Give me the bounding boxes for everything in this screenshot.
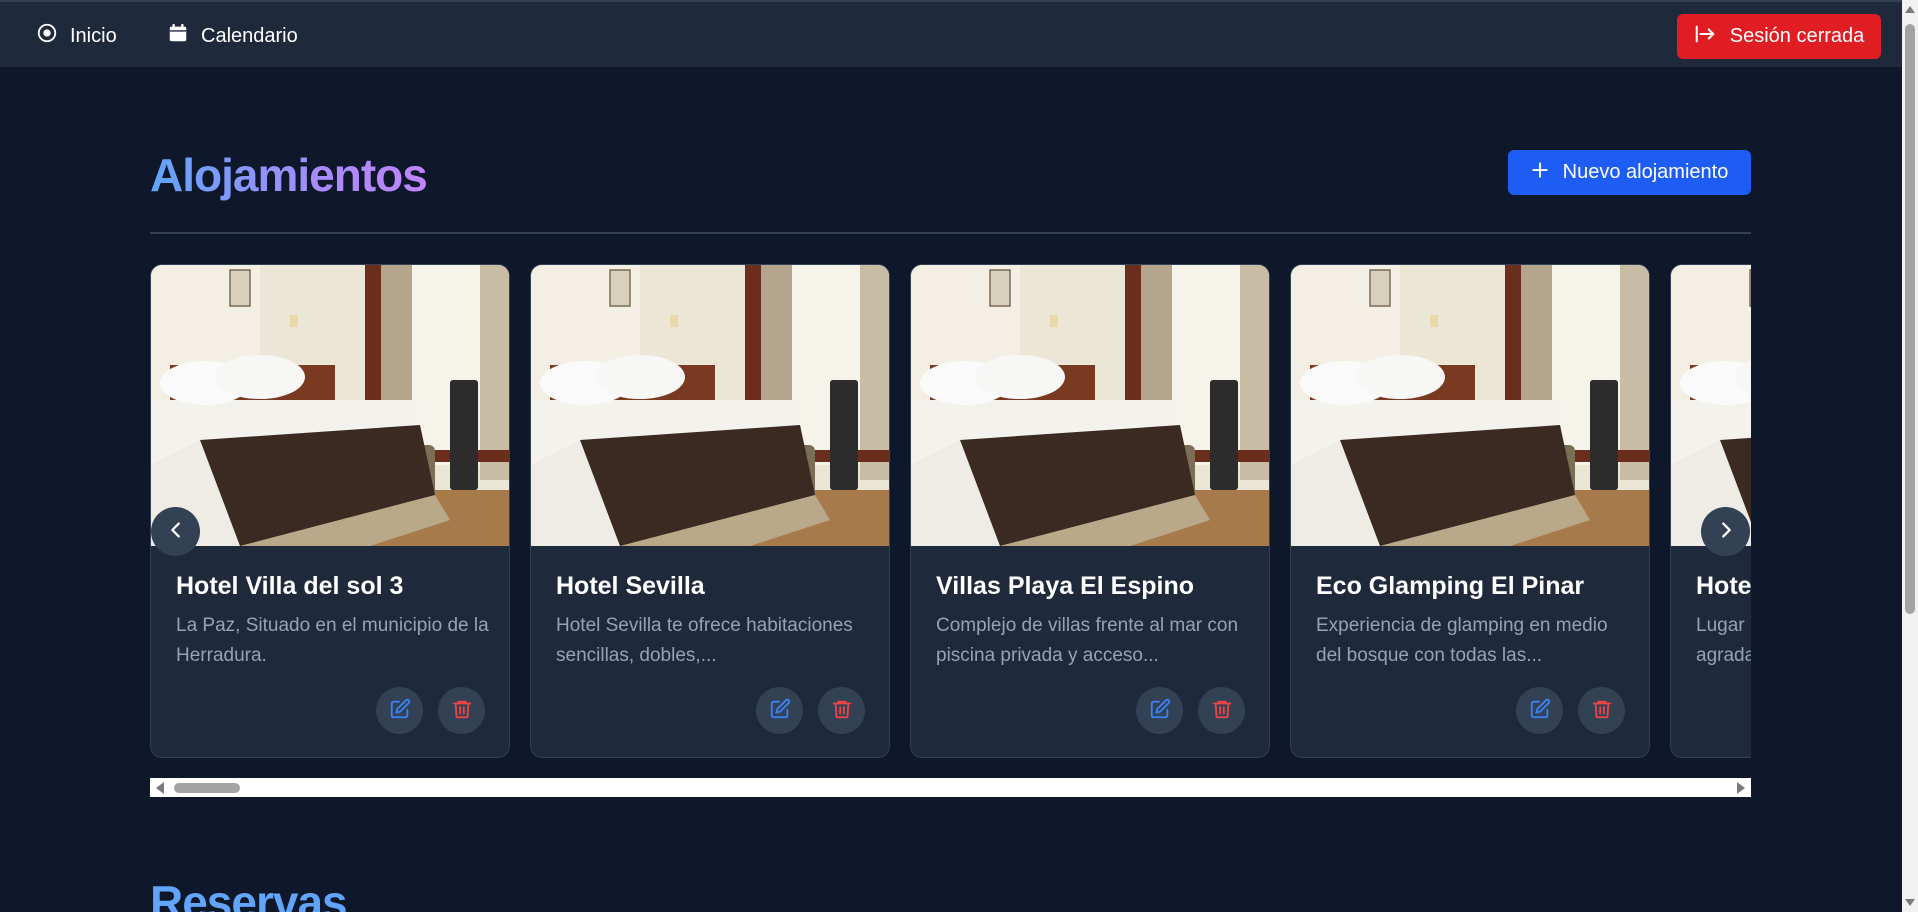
- accommodation-description: Hotel Sevilla te ofrece habitaciones sen…: [556, 615, 853, 666]
- accommodation-description: La Paz, Situado en el municipio de la He…: [176, 615, 489, 666]
- scroll-left-arrow-icon[interactable]: [156, 782, 164, 794]
- nav-home-link[interactable]: Inicio: [36, 22, 117, 50]
- delete-button[interactable]: [1198, 687, 1245, 734]
- edit-button[interactable]: [1516, 687, 1563, 734]
- edit-icon: [389, 698, 411, 723]
- trash-icon: [1591, 698, 1613, 723]
- section-divider: [150, 232, 1751, 234]
- accommodations-title: Alojamientos: [150, 149, 428, 201]
- edit-button[interactable]: [756, 687, 803, 734]
- target-circle-icon: [36, 22, 58, 50]
- accommodation-card[interactable]: Hotel Sevilla Hotel Sevilla te ofrece ha…: [530, 264, 890, 758]
- accommodation-name: Hotel Villa del sol 3: [176, 572, 404, 600]
- accommodation-photo: [1291, 265, 1649, 546]
- delete-button[interactable]: [1578, 687, 1625, 734]
- carousel-prev-button[interactable]: [151, 507, 200, 556]
- nav-calendar-label: Calendario: [201, 24, 298, 47]
- trash-icon: [831, 698, 853, 723]
- accommodation-photo: [151, 265, 509, 546]
- nav-home-label: Inicio: [70, 24, 117, 47]
- accommodation-card[interactable]: Hotel Villa del sol 3 La Paz, Situado en…: [150, 264, 510, 758]
- logout-arrow-icon: [1694, 23, 1716, 51]
- scroll-down-arrow-icon[interactable]: [1905, 899, 1915, 906]
- scroll-up-arrow-icon[interactable]: [1905, 6, 1915, 13]
- accommodation-description: Complejo de villas frente al mar con pis…: [936, 615, 1239, 666]
- accommodations-carousel: Hotel Villa del sol 3 La Paz, Situado en…: [150, 264, 1751, 760]
- delete-button[interactable]: [818, 687, 865, 734]
- edit-icon: [769, 698, 791, 723]
- new-accommodation-label: Nuevo alojamiento: [1562, 161, 1729, 183]
- accommodation-card[interactable]: Eco Glamping El Pinar Experiencia de gla…: [1290, 264, 1650, 758]
- accommodation-photo: [911, 265, 1269, 546]
- edit-icon: [1529, 698, 1551, 723]
- chevron-left-icon: [165, 519, 187, 544]
- page-vertical-scrollbar[interactable]: [1902, 0, 1918, 912]
- plus-icon: [1531, 161, 1549, 185]
- accommodation-name: Hote: [1696, 572, 1751, 600]
- carousel-horizontal-scrollbar[interactable]: [150, 778, 1751, 797]
- scrollbar-thumb[interactable]: [1905, 24, 1915, 614]
- top-navbar: Inicio Calendario Sesión cerrada: [0, 0, 1902, 67]
- edit-button[interactable]: [1136, 687, 1183, 734]
- accommodation-name: Hotel Sevilla: [556, 572, 705, 600]
- trash-icon: [451, 698, 473, 723]
- accommodation-photo: [1671, 265, 1751, 546]
- calendar-icon: [167, 22, 189, 50]
- delete-button[interactable]: [438, 687, 485, 734]
- accommodation-card[interactable]: Villas Playa El Espino Complejo de villa…: [910, 264, 1270, 758]
- logout-button[interactable]: Sesión cerrada: [1677, 14, 1881, 59]
- new-accommodation-button[interactable]: Nuevo alojamiento: [1508, 150, 1751, 195]
- accommodation-description: Lugar agrada: [1696, 615, 1751, 666]
- nav-calendar-link[interactable]: Calendario: [167, 22, 298, 50]
- scrollbar-thumb[interactable]: [174, 783, 240, 793]
- edit-icon: [1149, 698, 1171, 723]
- trash-icon: [1211, 698, 1233, 723]
- chevron-right-icon: [1715, 519, 1737, 544]
- accommodation-name: Eco Glamping El Pinar: [1316, 572, 1585, 600]
- scroll-right-arrow-icon[interactable]: [1737, 782, 1745, 794]
- carousel-next-button[interactable]: [1701, 507, 1750, 556]
- reservations-title: Reservas: [150, 875, 348, 912]
- logout-label: Sesión cerrada: [1729, 25, 1865, 47]
- accommodation-name: Villas Playa El Espino: [936, 572, 1194, 600]
- accommodation-photo: [531, 265, 889, 546]
- edit-button[interactable]: [376, 687, 423, 734]
- accommodation-description: Experiencia de glamping en medio del bos…: [1316, 615, 1608, 666]
